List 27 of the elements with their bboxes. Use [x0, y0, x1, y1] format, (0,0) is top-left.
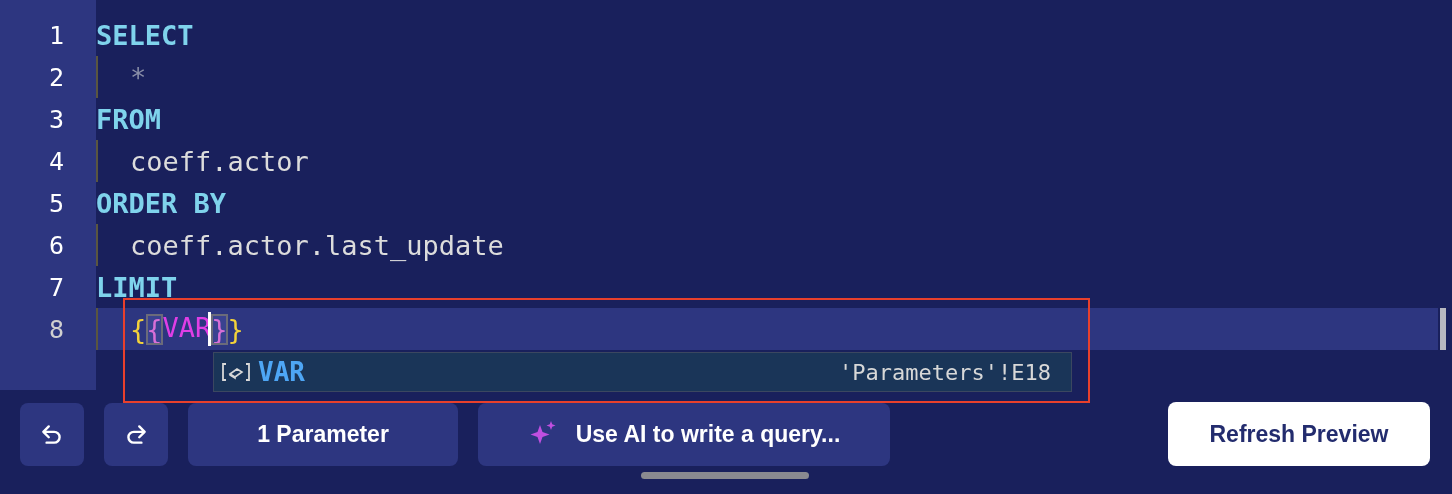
code-token: coeff.actor.last_update — [130, 229, 504, 261]
line-number: 6 — [47, 230, 65, 260]
ai-query-button[interactable]: Use AI to write a query... — [478, 402, 890, 466]
code-token: } — [227, 313, 244, 345]
redo-button[interactable] — [104, 402, 168, 466]
code-token: FROM — [96, 103, 162, 135]
variable-icon — [222, 362, 250, 382]
code-token: VAR — [162, 311, 212, 347]
autocomplete-item[interactable]: VAR 'Parameters'!E18 — [213, 352, 1072, 392]
scrollbar-marker — [1440, 308, 1446, 350]
code-token: { — [130, 313, 147, 345]
parameters-button[interactable]: 1 Parameter — [188, 402, 458, 466]
code-token: LIMIT — [96, 271, 178, 303]
line-number: 4 — [47, 146, 65, 176]
line-number: 7 — [47, 272, 65, 302]
code-token: ORDER BY — [96, 187, 227, 219]
code-token: * — [130, 61, 147, 93]
line-number: 3 — [47, 104, 65, 134]
refresh-preview-button[interactable]: Refresh Preview — [1168, 402, 1430, 466]
line-number: 8 — [47, 314, 65, 344]
line-number: 1 — [47, 20, 65, 50]
undo-button[interactable] — [20, 402, 84, 466]
drag-handle[interactable] — [641, 472, 809, 479]
line-number: 2 — [47, 62, 65, 92]
code-token: coeff.actor — [130, 145, 309, 177]
line-number: 5 — [47, 188, 65, 218]
code-token: SELECT — [96, 19, 194, 51]
